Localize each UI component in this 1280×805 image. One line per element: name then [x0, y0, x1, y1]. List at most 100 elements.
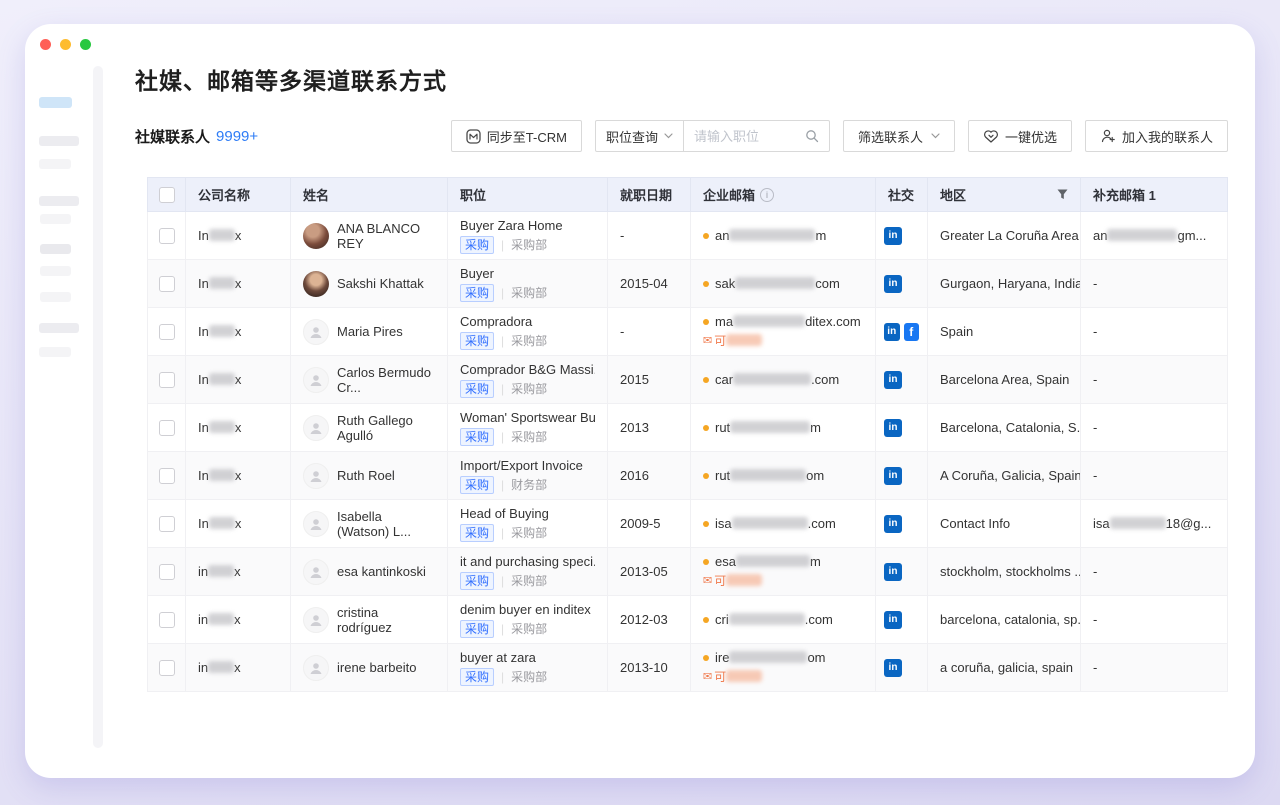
row-checkbox[interactable]: [159, 276, 175, 292]
table-row: InxMaria PiresCompradora采购|采购部-maditex.c…: [148, 308, 1228, 356]
preferred-badge-icon: [983, 128, 999, 144]
company-name: Inx: [198, 372, 241, 387]
tag-separator: |: [501, 622, 504, 636]
social-cell: in: [876, 644, 928, 692]
contact-name-cell: ANA BLANCO REY: [291, 212, 448, 260]
department-label: 采购部: [511, 284, 547, 301]
one-click-select-button[interactable]: 一键优选: [968, 120, 1072, 152]
corporate-email: rutom: [715, 468, 824, 483]
email-status-dot: [703, 559, 709, 565]
company-name-cell: inx: [186, 596, 291, 644]
email-status-dot: [703, 617, 709, 623]
row-checkbox[interactable]: [159, 660, 175, 676]
position-title: Import/Export Invoice: [460, 458, 595, 473]
department-label: 采购部: [511, 380, 547, 397]
redacted-blur: [732, 517, 808, 529]
extra-email-cell: -: [1081, 404, 1228, 452]
purchase-tag: 采购: [460, 332, 494, 350]
email-status-dot: [703, 655, 709, 661]
filter-icon[interactable]: [1057, 189, 1068, 200]
redacted-blur: [729, 613, 805, 625]
linkedin-icon[interactable]: in: [884, 467, 902, 485]
add-to-contacts-button[interactable]: 加入我的联系人: [1085, 120, 1228, 152]
linkedin-icon[interactable]: in: [884, 227, 902, 245]
redacted-blur: [730, 421, 810, 433]
row-checkbox[interactable]: [159, 420, 175, 436]
hire-date: 2013: [620, 420, 649, 435]
redacted-blur: [726, 574, 762, 586]
corporate-email: cri.com: [715, 612, 833, 627]
linkedin-icon[interactable]: in: [884, 659, 902, 677]
avatar-placeholder: [303, 319, 329, 345]
redacted-blur: [209, 469, 235, 481]
position-cell: denim buyer en inditex采购|采购部: [448, 596, 608, 644]
row-checkbox[interactable]: [159, 324, 175, 340]
region: Spain: [940, 324, 973, 339]
column-header-email: 企业邮箱 i: [691, 178, 876, 212]
search-icon[interactable]: [805, 129, 819, 143]
person-icon: [308, 612, 324, 628]
email-cell: ireom✉可: [691, 644, 876, 692]
hire-date: 2015-04: [620, 276, 668, 291]
redacted-blur: [209, 277, 235, 289]
position-query-dropdown[interactable]: 职位查询: [596, 121, 684, 151]
linkedin-icon[interactable]: in: [884, 515, 902, 533]
zoom-window-button[interactable]: [80, 39, 91, 50]
company-name: Inx: [198, 468, 241, 483]
linkedin-icon[interactable]: in: [884, 275, 902, 293]
purchase-tag: 采购: [460, 284, 494, 302]
redacted-blur: [208, 565, 234, 577]
table-row: InxSakshi KhattakBuyer采购|采购部2015-04sakco…: [148, 260, 1228, 308]
row-checkbox[interactable]: [159, 228, 175, 244]
linkedin-icon[interactable]: in: [884, 419, 902, 437]
row-checkbox[interactable]: [159, 564, 175, 580]
company-name-cell: Inx: [186, 404, 291, 452]
row-checkbox[interactable]: [159, 516, 175, 532]
region: Barcelona Area, Spain: [940, 372, 1069, 387]
extra-email-cell: isa18@g...: [1081, 500, 1228, 548]
position-title: it and purchasing speci...: [460, 554, 595, 569]
select-all-checkbox[interactable]: [159, 187, 175, 203]
table-row: inxirene barbeitobuyer at zara采购|采购部2013…: [148, 644, 1228, 692]
sync-tcrm-button[interactable]: 同步至T-CRM: [451, 120, 582, 152]
redacted-blur: [208, 613, 234, 625]
contacts-count-label: 社媒联系人: [135, 126, 210, 147]
extra-email: -: [1093, 420, 1097, 435]
person-icon: [308, 564, 324, 580]
contact-name: irene barbeito: [337, 660, 417, 675]
tag-separator: |: [501, 382, 504, 396]
close-window-button[interactable]: [40, 39, 51, 50]
position-search-input[interactable]: [694, 129, 805, 144]
linkedin-icon[interactable]: in: [884, 371, 902, 389]
minimize-window-button[interactable]: [60, 39, 71, 50]
corporate-email: car.com: [715, 372, 839, 387]
linkedin-icon[interactable]: in: [884, 323, 900, 341]
linkedin-icon[interactable]: in: [884, 611, 902, 629]
hire-date-cell: 2009-5: [608, 500, 691, 548]
info-icon[interactable]: i: [760, 188, 774, 202]
email-status-dot: [703, 425, 709, 431]
redacted-blur: [733, 315, 805, 327]
column-header-position: 职位: [448, 178, 608, 212]
position-title: Buyer Zara Home: [460, 218, 595, 233]
row-checkbox[interactable]: [159, 612, 175, 628]
row-checkbox[interactable]: [159, 468, 175, 484]
reachable-tag: ✉可: [703, 668, 863, 685]
contact-name: Sakshi Khattak: [337, 276, 424, 291]
redacted-blur: [1107, 229, 1177, 241]
facebook-icon[interactable]: f: [904, 323, 920, 341]
position-cell: buyer at zara采购|采购部: [448, 644, 608, 692]
region-cell: Greater La Coruña Area: [928, 212, 1081, 260]
hire-date-cell: -: [608, 212, 691, 260]
redacted-blur: [726, 334, 762, 346]
filter-contacts-button[interactable]: 筛选联系人: [843, 120, 955, 152]
row-checkbox[interactable]: [159, 372, 175, 388]
corporate-email: rutm: [715, 420, 821, 435]
table-row: InxCarlos Bermudo Cr...Comprador B&G Mas…: [148, 356, 1228, 404]
redacted-blur: [209, 421, 235, 433]
region-cell: A Coruña, Galicia, Spain: [928, 452, 1081, 500]
hire-date: 2012-03: [620, 612, 668, 627]
department-label: 采购部: [511, 572, 547, 589]
linkedin-icon[interactable]: in: [884, 563, 902, 581]
avatar-photo: [303, 271, 329, 297]
